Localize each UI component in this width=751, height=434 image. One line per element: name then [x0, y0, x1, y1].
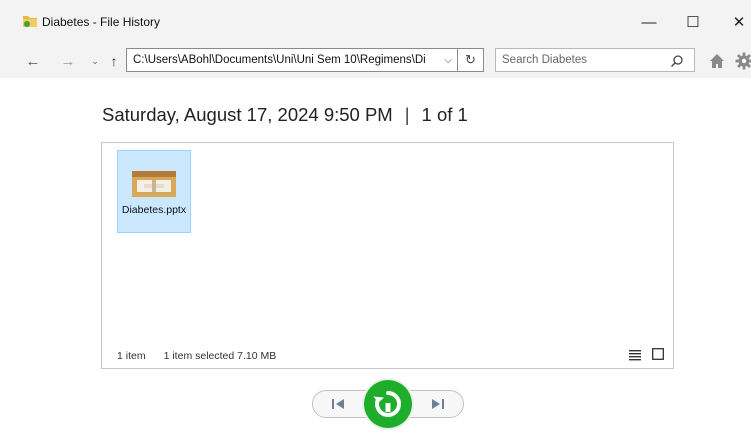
- forward-button[interactable]: →: [57, 50, 79, 72]
- address-path[interactable]: C:\Users\ABohl\Documents\Uni\Uni Sem 10\…: [133, 54, 435, 66]
- navigation-bar: ← → ⌄ ↑ C:\Users\ABohl\Documents\Uni\Uni…: [0, 44, 751, 78]
- restore-arrow-icon: [373, 391, 401, 417]
- status-bar: 1 item 1 item selected 7.10 MB: [117, 350, 294, 362]
- skip-next-icon: [432, 399, 444, 409]
- window-title: Diabetes - File History: [42, 15, 161, 29]
- snapshot-position: 1 of 1: [421, 104, 468, 125]
- item-count: 1 item: [117, 350, 146, 362]
- address-bar[interactable]: C:\Users\ABohl\Documents\Uni\Uni Sem 10\…: [126, 48, 458, 72]
- presentation-file-icon: [132, 171, 176, 197]
- home-icon[interactable]: [709, 53, 725, 69]
- previous-version-button[interactable]: [318, 392, 358, 416]
- search-box[interactable]: [495, 48, 695, 72]
- back-button[interactable]: ←: [22, 50, 44, 72]
- selection-info: 1 item selected 7.10 MB: [163, 350, 277, 362]
- up-button[interactable]: ↑: [103, 50, 125, 72]
- snapshot-datetime: Saturday, August 17, 2024 9:50 PM: [102, 104, 393, 125]
- snapshot-heading: Saturday, August 17, 2024 9:50 PM | 1 of 1: [102, 104, 468, 126]
- close-button[interactable]: ✕: [717, 0, 751, 44]
- search-input[interactable]: [502, 52, 662, 68]
- folder-icon: [23, 16, 37, 27]
- file-name: Diabetes.pptx: [121, 204, 187, 216]
- refresh-button[interactable]: ↻: [458, 48, 484, 72]
- title-bar: Diabetes - File History — ☐ ✕: [0, 0, 751, 44]
- file-list-pane: Diabetes.pptx 1 item 1 item selected 7.10…: [101, 142, 674, 369]
- file-history-window: Diabetes - File History — ☐ ✕ ← → ⌄ ↑ C:…: [0, 0, 751, 434]
- address-dropdown-button[interactable]: ⌵: [439, 49, 457, 71]
- recent-locations-button[interactable]: ⌄: [88, 50, 102, 72]
- details-view-icon[interactable]: [629, 349, 641, 361]
- skip-previous-icon: [332, 399, 344, 409]
- gear-icon[interactable]: [735, 52, 751, 70]
- search-icon[interactable]: [670, 54, 684, 68]
- heading-separator: |: [404, 104, 410, 125]
- minimize-button[interactable]: —: [627, 0, 671, 44]
- next-version-button[interactable]: [418, 392, 458, 416]
- restore-button[interactable]: [364, 380, 412, 428]
- large-icons-view-icon[interactable]: [652, 348, 664, 360]
- maximize-button[interactable]: ☐: [671, 0, 715, 44]
- file-item[interactable]: Diabetes.pptx: [117, 150, 191, 233]
